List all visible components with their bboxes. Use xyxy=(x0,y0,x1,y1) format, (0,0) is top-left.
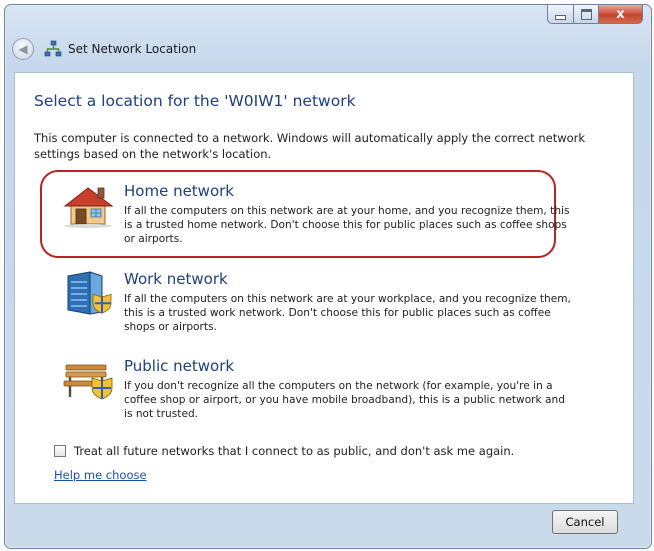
network-icon xyxy=(44,40,62,57)
caption-buttons: x xyxy=(547,5,643,25)
maximize-button[interactable] xyxy=(574,5,599,24)
dialog-footer: Cancel xyxy=(14,503,634,543)
work-network-option[interactable]: Work network If all the computers on thi… xyxy=(62,270,582,346)
minimize-icon xyxy=(555,14,566,20)
title-bar: ◀ Set Network Location xyxy=(12,36,196,62)
back-button[interactable]: ◀ xyxy=(12,38,34,60)
maximize-icon xyxy=(580,8,592,20)
treat-as-public-checkbox[interactable] xyxy=(54,445,66,457)
public-network-title: Public network xyxy=(124,357,235,375)
home-network-title: Home network xyxy=(124,182,234,200)
minimize-button[interactable] xyxy=(547,5,574,24)
back-arrow-icon: ◀ xyxy=(18,42,28,56)
page-title: Select a location for the 'W0IW1' networ… xyxy=(34,92,356,110)
cancel-button[interactable]: Cancel xyxy=(552,510,618,534)
close-button[interactable]: x xyxy=(599,5,643,24)
treat-as-public-row: Treat all future networks that I connect… xyxy=(54,444,514,458)
public-network-option[interactable]: Public network If you don't recognize al… xyxy=(62,357,582,433)
work-network-description: If all the computers on this network are… xyxy=(124,293,571,333)
home-network-option[interactable]: Home network If all the computers on thi… xyxy=(62,182,582,258)
window-title: Set Network Location xyxy=(68,42,197,56)
public-network-description: If you don't recognize all the computers… xyxy=(124,380,565,420)
intro-text: This computer is connected to a network.… xyxy=(34,131,586,161)
park-bench-icon xyxy=(63,364,113,400)
home-network-description: If all the computers on this network are… xyxy=(124,205,570,245)
close-icon: x xyxy=(616,6,625,22)
house-icon xyxy=(63,187,114,228)
help-me-choose-link[interactable]: Help me choose xyxy=(54,468,147,482)
treat-as-public-label[interactable]: Treat all future networks that I connect… xyxy=(74,444,514,458)
work-network-title: Work network xyxy=(124,270,228,288)
office-building-icon xyxy=(67,271,112,315)
